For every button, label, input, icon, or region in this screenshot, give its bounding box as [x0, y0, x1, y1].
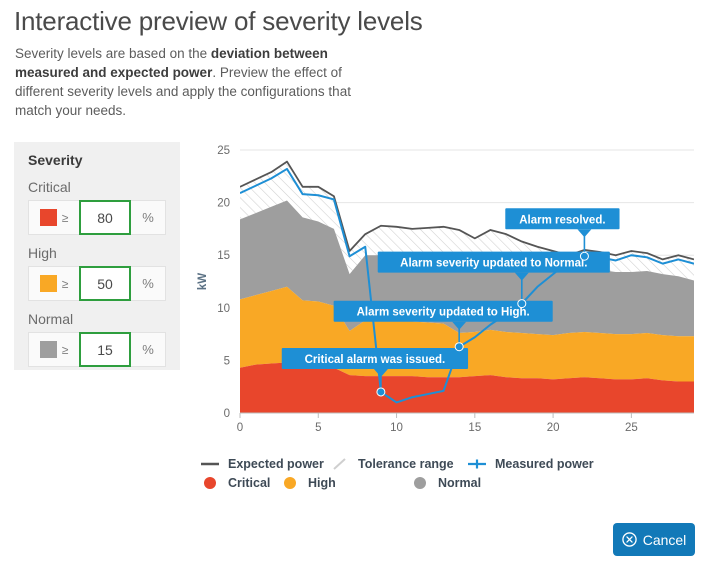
- annotation-marker[interactable]: [454, 342, 464, 352]
- legend-item-expected-power[interactable]: Expected power: [199, 455, 329, 472]
- page-title: Interactive preview of severity levels: [14, 6, 423, 36]
- severity-panel: Severity Critical ≥% High ≥% Normal ≥%: [14, 142, 180, 370]
- svg-text:25: 25: [217, 145, 230, 157]
- chart-canvas: 0 5 10 15 20 25 0 5 10 15 20 25 kW Critical alarm was…: [197, 145, 694, 434]
- legend-label: Tolerance range: [358, 456, 454, 471]
- severity-threshold-input-normal[interactable]: [79, 332, 131, 367]
- legend-item-measured-power[interactable]: Measured power: [466, 455, 610, 472]
- dot-icon: [414, 476, 426, 489]
- severity-label-high: High: [28, 245, 57, 261]
- legend-item-critical[interactable]: Critical: [199, 474, 279, 491]
- severity-row-high: High ≥%: [28, 245, 166, 301]
- legend-marker-dot-icon: [199, 476, 221, 489]
- legend-label: High: [308, 475, 336, 490]
- legend-label: Critical: [228, 475, 271, 490]
- severity-color-swatch-high: [39, 275, 57, 292]
- svg-text:10: 10: [390, 422, 403, 434]
- severity-preview-chart: 0 5 10 15 20 25 0 5 10 15 20 25 kW Critical alarm was…: [192, 140, 697, 450]
- cross-line-icon: [468, 459, 486, 468]
- legend-item-tolerance-range[interactable]: Tolerance range: [329, 455, 466, 472]
- annotation-label: Alarm resolved.: [519, 214, 605, 226]
- severity-threshold-input-critical[interactable]: [79, 200, 131, 235]
- svg-text:5: 5: [224, 355, 230, 367]
- svg-text:5: 5: [315, 422, 321, 434]
- svg-text:25: 25: [625, 422, 638, 434]
- svg-text:0: 0: [237, 422, 243, 434]
- chart-plot-area: [240, 160, 694, 413]
- severity-field-normal: ≥%: [28, 332, 166, 367]
- annotation-label: Critical alarm was issued.: [305, 354, 446, 366]
- svg-text:10: 10: [217, 303, 230, 315]
- severity-color-swatch-critical: [39, 209, 57, 226]
- severity-swatch-cell-high: ≥: [29, 267, 79, 300]
- annotation-label: Alarm severity updated to High.: [357, 307, 530, 319]
- greater-or-equal-icon-critical: ≥: [61, 210, 69, 225]
- legend-marker-dot-icon: [279, 476, 301, 489]
- severity-unit-critical: %: [142, 210, 154, 225]
- legend-marker-dot-icon: [409, 476, 431, 489]
- y-axis-label: kW: [197, 273, 209, 290]
- svg-text:0: 0: [224, 408, 230, 420]
- page-description: Severity levels are based on the deviati…: [15, 44, 385, 120]
- legend-marker-cross-icon: [466, 458, 488, 470]
- dot-icon: [284, 476, 296, 489]
- severity-threshold-input-high[interactable]: [79, 266, 131, 301]
- chart-legend: Expected power Tolerance range Measured po…: [199, 455, 689, 491]
- severity-panel-title: Severity: [28, 152, 83, 168]
- page-description-part1: Severity levels are based on the: [15, 46, 211, 61]
- legend-label: Normal: [438, 475, 482, 490]
- severity-row-normal: Normal ≥%: [28, 311, 166, 367]
- annotation-marker[interactable]: [579, 251, 589, 261]
- severity-label-normal: Normal: [28, 311, 74, 327]
- legend-marker-hatch-icon: [329, 457, 351, 471]
- severity-label-critical: Critical: [28, 179, 71, 195]
- cancel-button-label: Cancel: [642, 531, 687, 548]
- severity-field-critical: ≥%: [28, 200, 166, 235]
- annotation-label: Alarm severity updated to Normal.: [400, 258, 587, 270]
- line-icon: [201, 462, 219, 465]
- hatch-swatch-icon: [333, 457, 346, 470]
- severity-unit-normal: %: [142, 342, 154, 357]
- circle-x-icon: [621, 532, 637, 547]
- severity-swatch-cell-normal: ≥: [29, 333, 79, 366]
- greater-or-equal-icon-normal: ≥: [61, 342, 69, 357]
- severity-field-high: ≥%: [28, 266, 166, 301]
- legend-item-high[interactable]: High: [279, 474, 409, 491]
- legend-item-normal[interactable]: Normal: [409, 474, 546, 491]
- severity-color-swatch-normal: [39, 341, 57, 358]
- dot-icon: [204, 476, 216, 489]
- greater-or-equal-icon-high: ≥: [61, 276, 69, 291]
- svg-text:15: 15: [468, 422, 481, 434]
- severity-unit-high: %: [142, 276, 154, 291]
- legend-marker-line-icon: [199, 459, 221, 469]
- severity-swatch-cell-critical: ≥: [29, 201, 79, 234]
- svg-text:15: 15: [217, 250, 230, 262]
- svg-text:20: 20: [547, 422, 560, 434]
- annotation-marker[interactable]: [517, 299, 527, 309]
- legend-label: Expected power: [228, 456, 324, 471]
- legend-label: Measured power: [495, 456, 594, 471]
- cancel-button[interactable]: Cancel: [613, 523, 695, 556]
- svg-text:20: 20: [217, 198, 230, 210]
- annotation-marker[interactable]: [376, 387, 386, 397]
- severity-row-critical: Critical ≥%: [28, 179, 166, 235]
